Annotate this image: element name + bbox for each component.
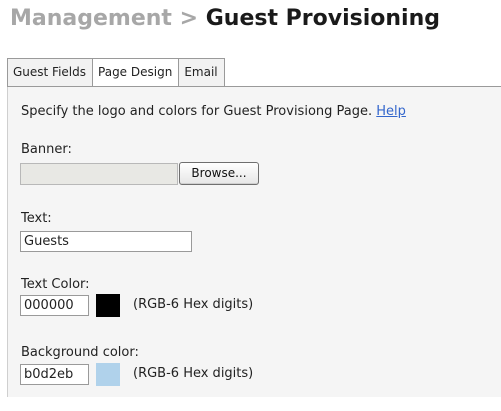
background-color-input[interactable]: b0d2eb: [20, 364, 89, 385]
tab-email[interactable]: Email: [179, 58, 225, 87]
tab-bar: Guest Fields Page Design Email: [7, 58, 225, 87]
background-color-label: Background color:: [21, 345, 139, 360]
text-label: Text:: [21, 211, 52, 226]
page-title-current: Guest Provisioning: [205, 6, 440, 31]
description-text: Specify the logo and colors for Guest Pr…: [21, 104, 373, 119]
description: Specify the logo and colors for Guest Pr…: [21, 104, 406, 119]
breadcrumb-separator: >: [179, 6, 199, 31]
page-title: Management > Guest Provisioning: [10, 6, 440, 31]
banner-label: Banner:: [21, 142, 72, 157]
browse-button[interactable]: Browse...: [179, 162, 259, 185]
text-color-hint: (RGB-6 Hex digits): [133, 297, 254, 312]
background-color-swatch: [96, 363, 120, 386]
guest-provisioning-page: Management > Guest Provisioning Guest Fi…: [0, 0, 501, 411]
tab-page-design[interactable]: Page Design: [93, 58, 180, 87]
background-color-hint: (RGB-6 Hex digits): [133, 366, 254, 381]
tab-guest-fields[interactable]: Guest Fields: [7, 58, 94, 87]
breadcrumb-management[interactable]: Management: [10, 6, 172, 31]
text-color-input[interactable]: 000000: [20, 295, 89, 316]
help-link[interactable]: Help: [376, 104, 406, 119]
banner-file-field[interactable]: [20, 163, 178, 185]
text-input[interactable]: Guests: [20, 231, 192, 252]
text-color-swatch: [96, 294, 120, 317]
text-color-label: Text Color:: [21, 277, 90, 292]
